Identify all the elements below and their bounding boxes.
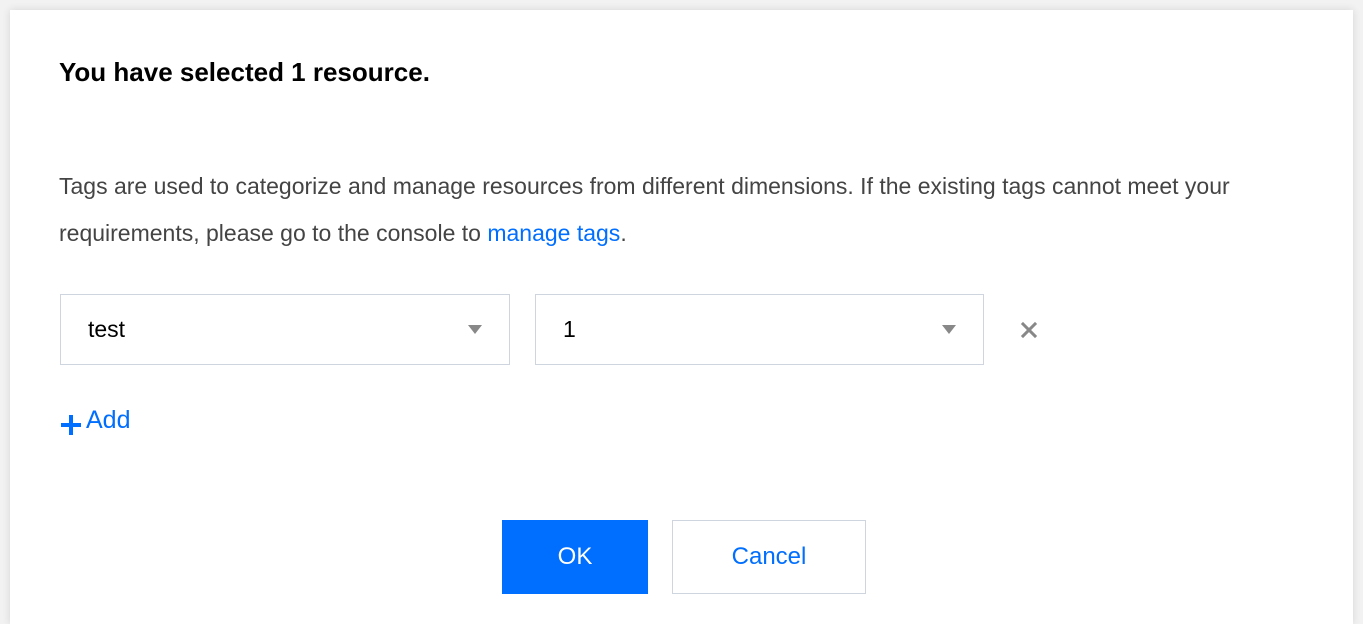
description-text: Tags are used to categorize and manage r… bbox=[59, 173, 1230, 246]
tag-key-select[interactable]: test bbox=[60, 294, 510, 365]
tag-key-value: test bbox=[88, 316, 126, 342]
chevron-down-icon bbox=[468, 325, 482, 334]
add-tag-button[interactable]: Add bbox=[60, 400, 130, 440]
tag-value-select[interactable]: 1 bbox=[535, 294, 984, 365]
chevron-down-icon bbox=[942, 325, 956, 334]
close-icon[interactable] bbox=[1014, 315, 1044, 345]
tag-dialog: You have selected 1 resource. Tags are u… bbox=[10, 10, 1353, 624]
plus-icon bbox=[60, 408, 82, 436]
description-period: . bbox=[620, 220, 627, 246]
dialog-title: You have selected 1 resource. bbox=[59, 57, 430, 87]
cancel-button[interactable]: Cancel bbox=[672, 520, 866, 594]
manage-tags-link[interactable]: manage tags bbox=[487, 220, 620, 246]
tag-value-value: 1 bbox=[563, 316, 576, 342]
ok-button[interactable]: OK bbox=[502, 520, 648, 594]
dialog-description: Tags are used to categorize and manage r… bbox=[59, 163, 1309, 257]
add-label: Add bbox=[86, 406, 131, 434]
